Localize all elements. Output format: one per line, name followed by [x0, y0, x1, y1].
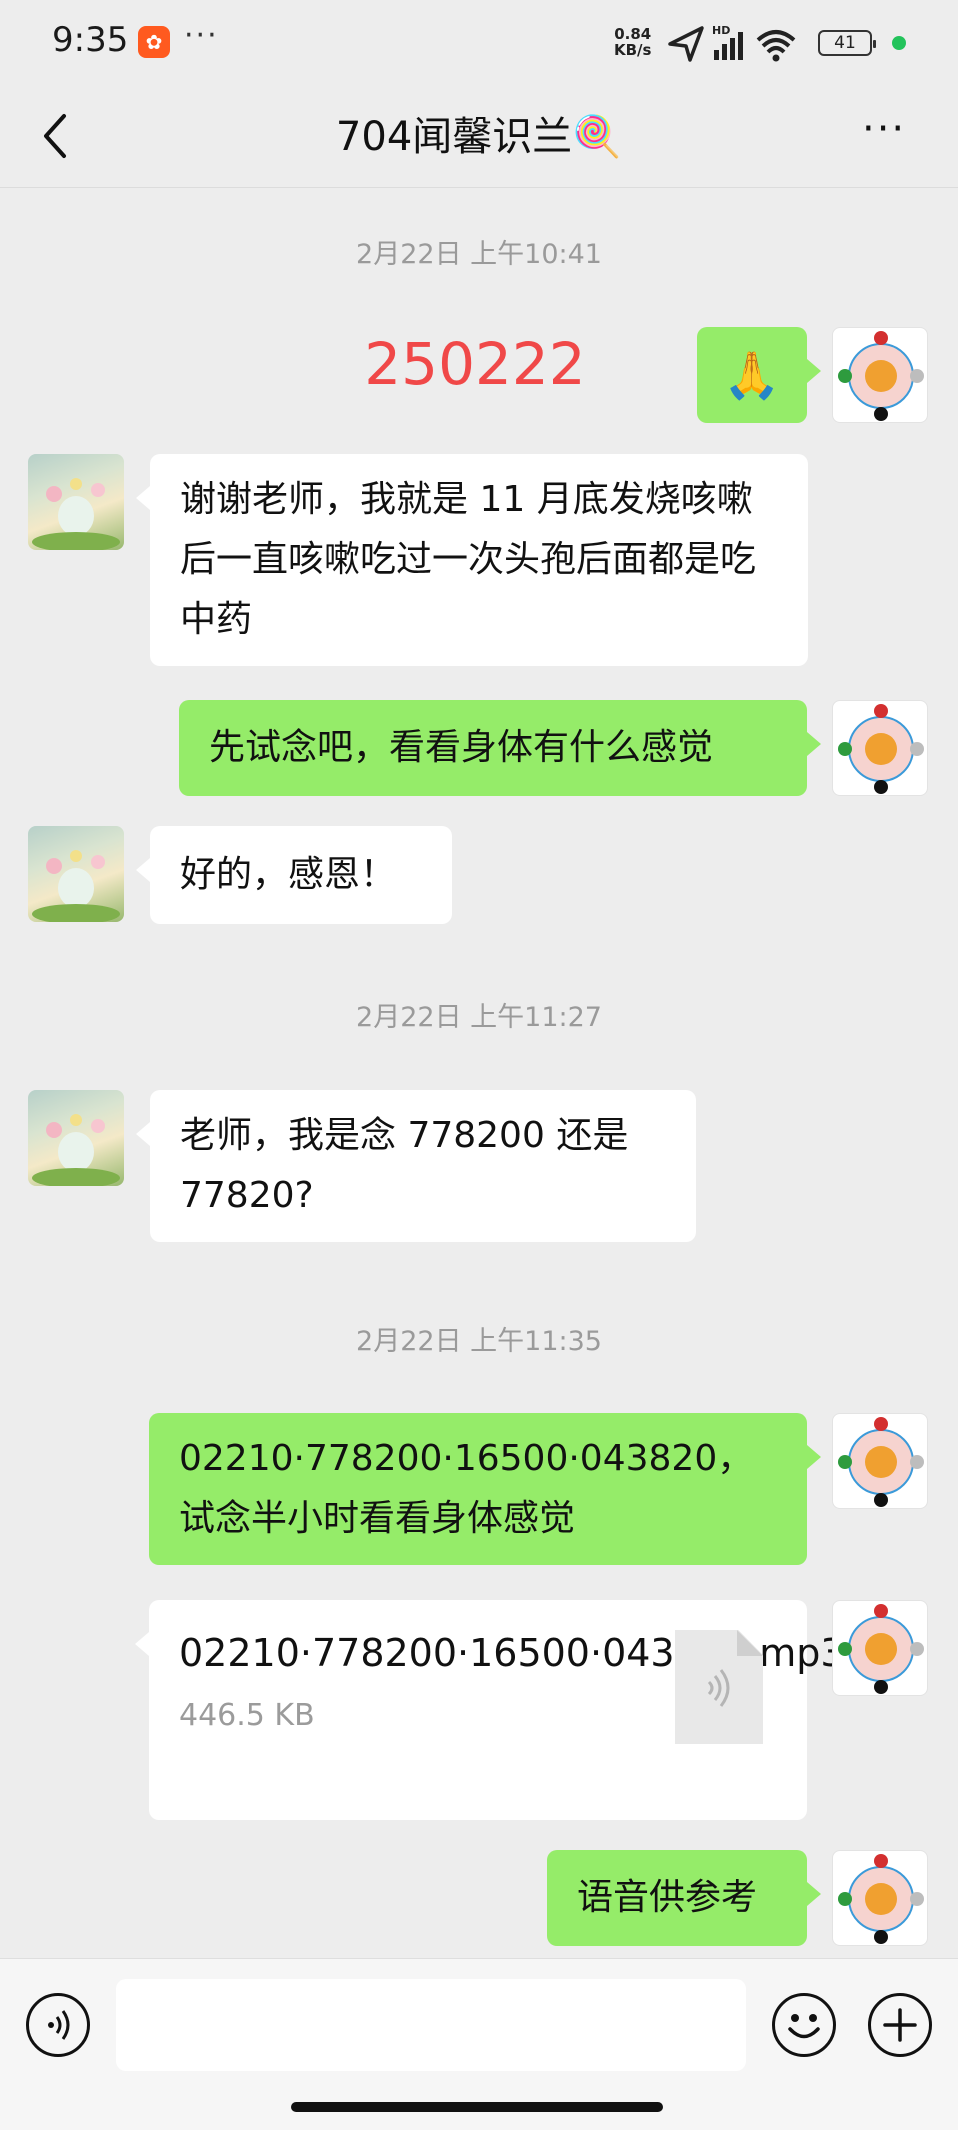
avatar-self[interactable] [832, 1850, 928, 1946]
avatar-diagram-icon [838, 1417, 924, 1507]
timestamp-label: 2月22日 上午11:35 [356, 1326, 602, 1357]
home-indicator[interactable] [291, 2102, 663, 2112]
file-name: 02210·778200·16500·043820.mp3 [179, 1631, 845, 1675]
avatar-contact[interactable] [28, 826, 124, 922]
timestamp-label: 2月22日 上午10:41 [356, 239, 602, 270]
signal-icon: HD [712, 24, 743, 60]
message-text-in[interactable]: 老师，我是念 778200 还是 77820? [136, 1090, 696, 1242]
audio-file-icon [675, 1630, 763, 1744]
status-bar: 9:35 ✿ ··· 0.84 KB/s HD 41 [0, 0, 958, 84]
message-text-in[interactable]: 好的，感恩！ [136, 826, 452, 924]
message-text-out[interactable]: 语音供参考 [547, 1850, 821, 1946]
plus-icon[interactable] [868, 1993, 932, 2057]
network-speed-unit: KB/s [614, 41, 652, 59]
avatar-diagram-icon [838, 331, 924, 421]
avatar-self[interactable] [832, 700, 928, 796]
chevron-left-icon[interactable] [34, 108, 74, 164]
chat-title: 704闻馨识兰🍭 [335, 114, 623, 160]
network-speed-value: 0.84 [614, 25, 652, 43]
app-notification-icon: ✿ [138, 26, 170, 58]
avatar-self[interactable] [832, 1413, 928, 1509]
file-message-card[interactable]: 02210·778200·16500·043820.mp3 446.5 KB [135, 1600, 845, 1820]
wifi-icon [756, 30, 796, 62]
privacy-indicator-dot [892, 36, 906, 50]
message-text-out[interactable]: 250222 [340, 330, 610, 398]
chat-header: 704闻馨识兰🍭 ··· [0, 84, 958, 188]
avatar-self[interactable] [832, 1600, 928, 1696]
avatar-diagram-icon [838, 1854, 924, 1944]
avatar-diagram-icon [838, 704, 924, 794]
message-text-out[interactable]: 02210·778200·16500·043820，试念半小时看看身体感觉 [149, 1413, 821, 1565]
message-text-out[interactable]: 先试念吧，看看身体有什么感觉 [179, 700, 821, 796]
more-dots-icon[interactable]: ··· [862, 106, 906, 152]
emoji-icon[interactable] [772, 1993, 836, 2057]
status-icons: HD [668, 24, 796, 62]
battery-icon: 41 [818, 30, 876, 56]
voice-icon[interactable] [26, 1993, 90, 2057]
network-speed: 0.84 KB/s [614, 26, 651, 58]
avatar-contact[interactable] [28, 454, 124, 550]
avatar-flower-icon [32, 478, 120, 550]
message-text-in[interactable]: 谢谢老师，我就是 11 月底发烧咳嗽后一直咳嗽吃过一次头孢后面都是吃中药 [136, 454, 808, 666]
avatar-self[interactable] [832, 327, 928, 423]
more-notifications-icon: ··· [184, 18, 219, 53]
message-emoji-out[interactable]: 🙏 [697, 327, 821, 423]
status-time: 9:35 [52, 20, 129, 60]
avatar-diagram-icon [838, 1604, 924, 1694]
network-badge: HD [712, 24, 730, 37]
timestamp-label: 2月22日 上午11:27 [356, 1002, 602, 1033]
avatar-flower-icon [32, 850, 120, 922]
message-input[interactable] [116, 1979, 746, 2071]
avatar-flower-icon [32, 1114, 120, 1186]
location-arrow-icon [668, 26, 704, 62]
avatar-contact[interactable] [28, 1090, 124, 1186]
